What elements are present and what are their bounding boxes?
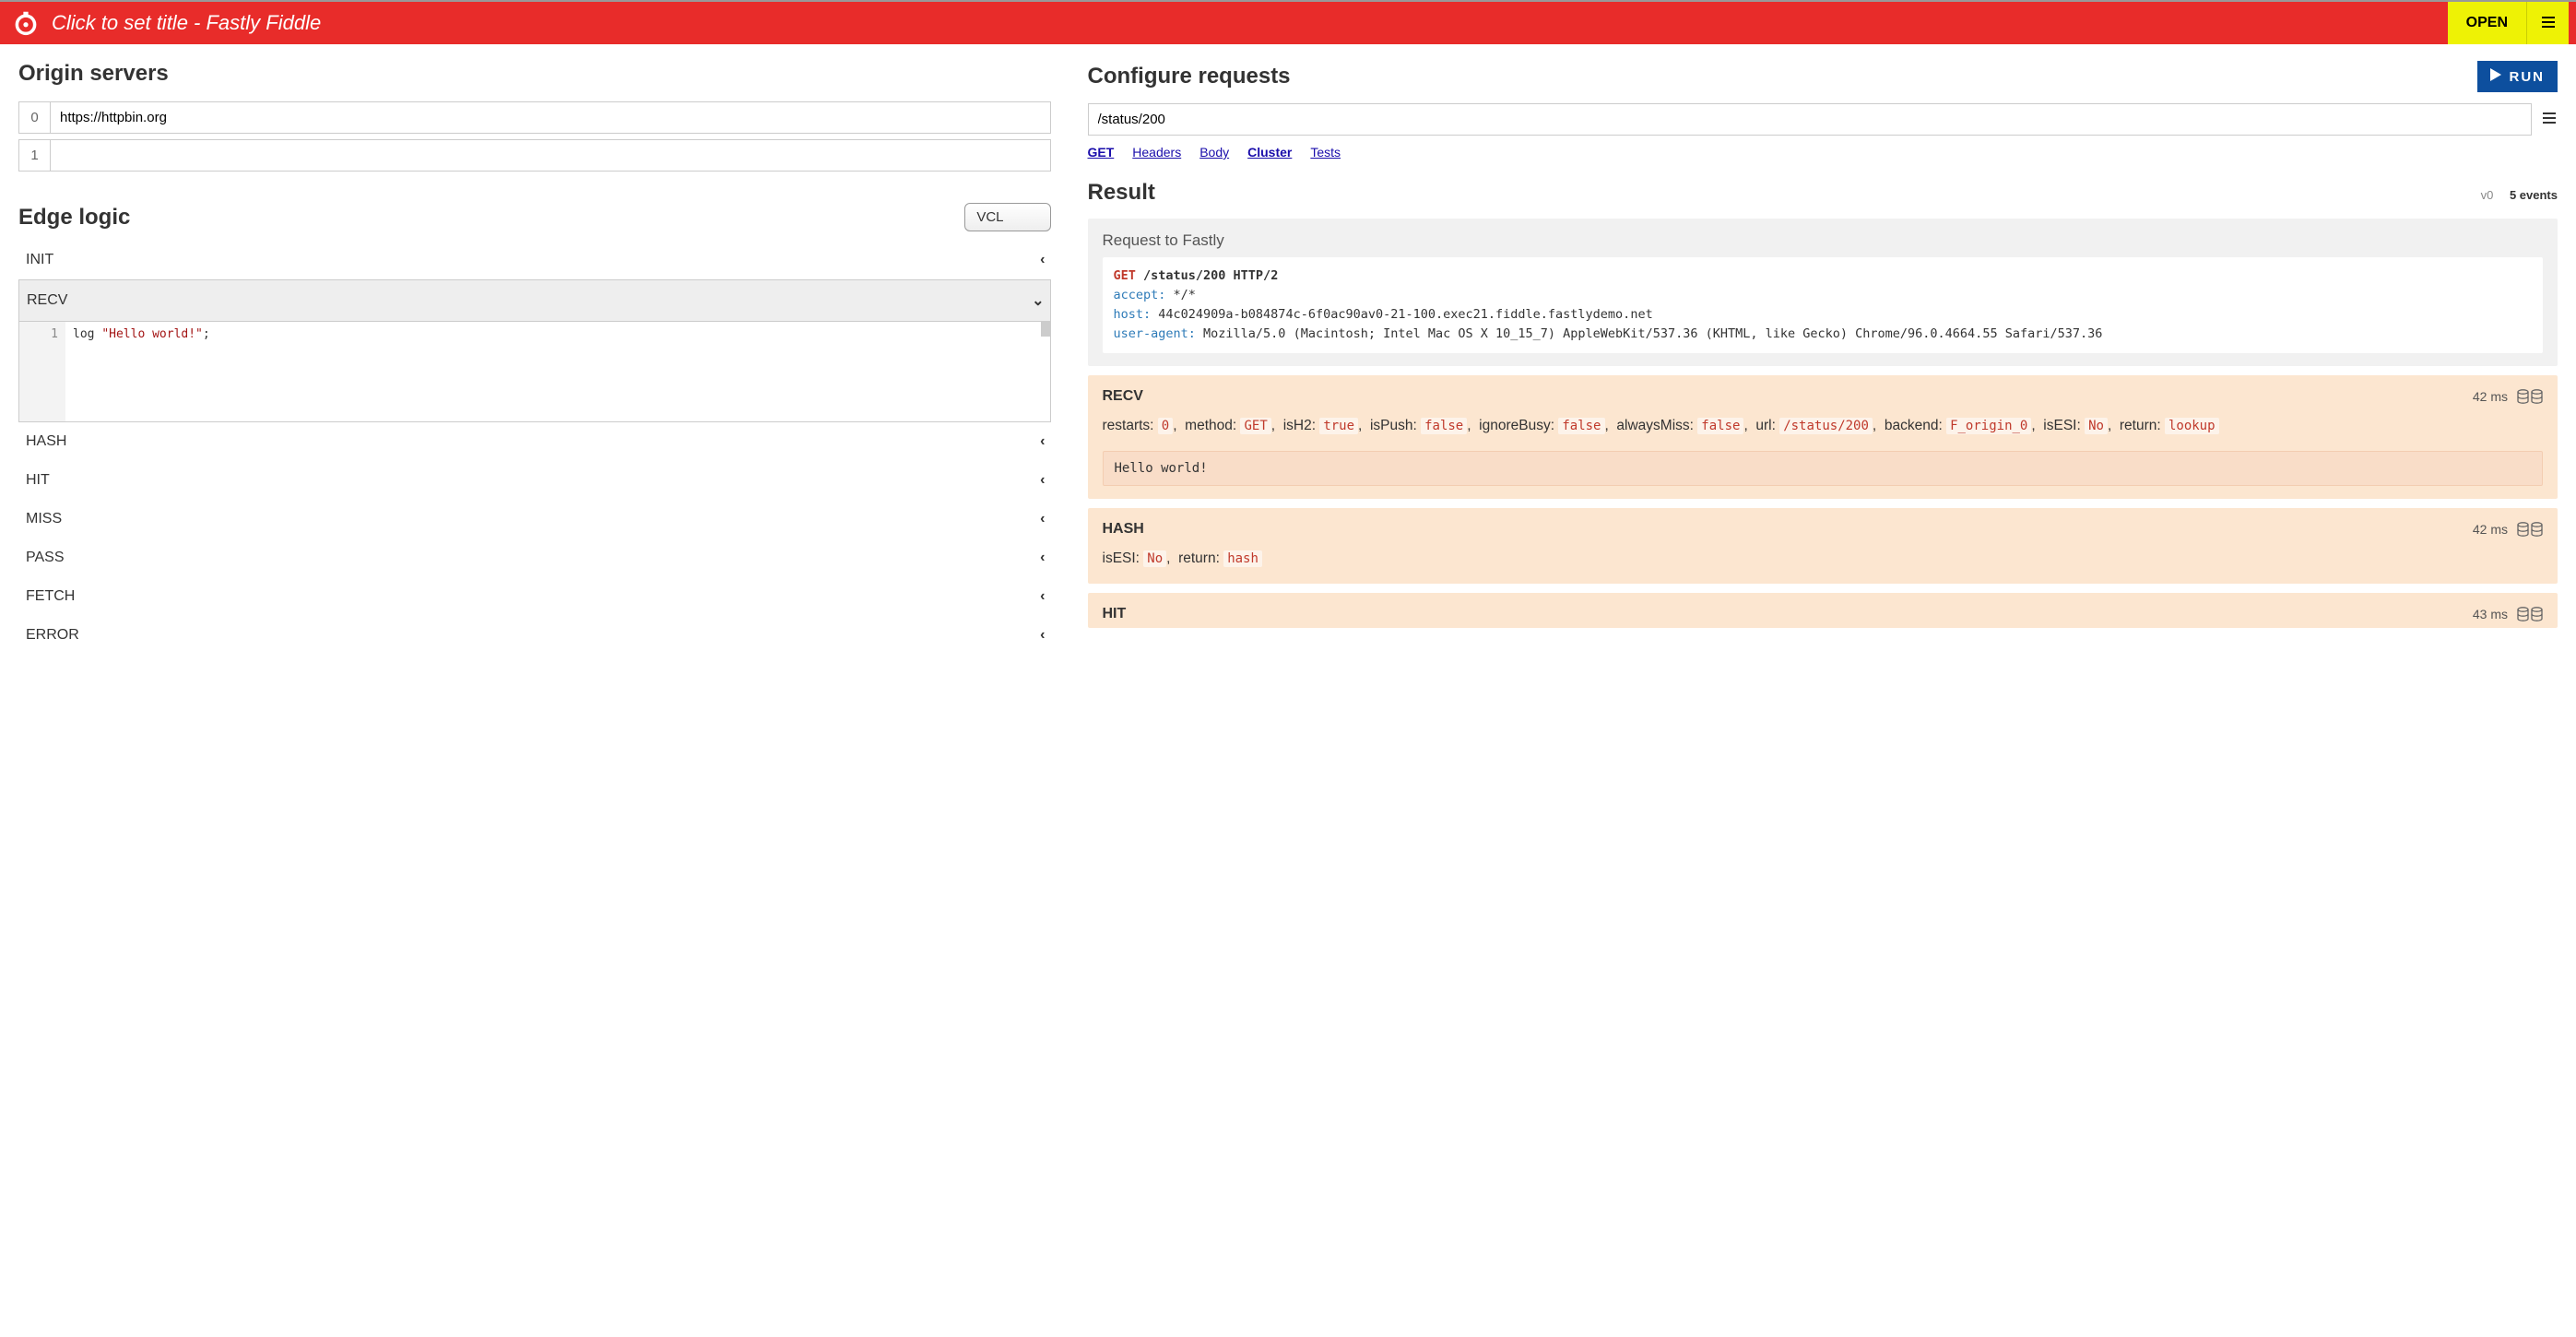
request-to-fastly-panel: Request to Fastly GET /status/200 HTTP/2… [1088, 219, 2558, 366]
stage-init[interactable]: INIT ‹ [18, 241, 1051, 279]
panel-name: RECV [1103, 388, 1143, 405]
stage-recv[interactable]: RECV ⌄ [18, 279, 1051, 321]
chevron-left-icon: ‹ [1040, 627, 1045, 644]
code-content[interactable]: log "Hello world!"; [65, 322, 1050, 421]
stage-fetch[interactable]: FETCH ‹ [18, 577, 1051, 616]
stage-label: PASS [26, 550, 65, 566]
request-tabs: GET Headers Body Cluster Tests [1088, 145, 2558, 160]
hash-panel: HASH 42 ms isESI: No, return: hash [1088, 508, 2558, 584]
language-select[interactable]: VCL [964, 203, 1050, 231]
run-label: RUN [2509, 69, 2545, 85]
request-path-input[interactable] [1088, 103, 2532, 136]
stage-label: FETCH [26, 588, 75, 605]
origin-row: 0 [18, 101, 1051, 134]
origin-heading: Origin servers [18, 61, 1051, 87]
stage-label: HIT [26, 472, 50, 489]
stage-label: MISS [26, 511, 62, 527]
scrollbar-thumb[interactable] [1041, 322, 1050, 337]
http-request-block: GET /status/200 HTTP/2 accept: */* host:… [1103, 257, 2543, 353]
run-button[interactable]: RUN [2477, 61, 2558, 92]
tab-tests[interactable]: Tests [1310, 145, 1341, 160]
fastly-logo-icon [13, 10, 39, 36]
result-version: v0 [2481, 188, 2494, 202]
play-icon [2490, 68, 2501, 85]
origin-index: 0 [18, 101, 50, 134]
stage-label: RECV [27, 292, 67, 309]
origin-input-1[interactable] [50, 139, 1051, 172]
request-options-icon[interactable] [2541, 110, 2558, 130]
chevron-left-icon: ‹ [1040, 472, 1045, 489]
origin-input-0[interactable] [50, 101, 1051, 134]
origin-index: 1 [18, 139, 50, 172]
stage-miss[interactable]: MISS ‹ [18, 500, 1051, 538]
result-events: 5 events [2510, 188, 2558, 202]
server-icons [2517, 607, 2543, 621]
requests-heading: Configure requests [1088, 64, 1291, 89]
chevron-left-icon: ‹ [1040, 511, 1045, 527]
stage-pass[interactable]: PASS ‹ [18, 538, 1051, 577]
server-icons [2517, 389, 2543, 404]
panel-name: HIT [1103, 606, 1127, 622]
stage-hash[interactable]: HASH ‹ [18, 422, 1051, 461]
result-heading: Result [1088, 180, 1155, 206]
recv-panel: RECV 42 ms restarts: 0, method: GET, isH… [1088, 375, 2558, 499]
open-button[interactable]: OPEN [2448, 2, 2526, 44]
chevron-left-icon: ‹ [1040, 588, 1045, 605]
app-header: Click to set title - Fastly Fiddle OPEN [0, 0, 2576, 44]
page-title[interactable]: Click to set title - Fastly Fiddle [52, 11, 2448, 35]
hamburger-icon [2540, 14, 2557, 33]
recv-details: restarts: 0, method: GET, isH2: true, is… [1103, 414, 2543, 438]
hit-panel: HIT 43 ms [1088, 593, 2558, 628]
result-meta: v0 5 events [2481, 188, 2558, 202]
panel-time: 43 ms [2473, 607, 2508, 621]
chevron-left-icon: ‹ [1040, 550, 1045, 566]
panel-time: 42 ms [2473, 389, 2508, 404]
log-output: Hello world! [1103, 451, 2543, 486]
stage-label: HASH [26, 433, 66, 450]
tab-get[interactable]: GET [1088, 145, 1115, 160]
origin-row: 1 [18, 139, 1051, 172]
line-number: 1 [19, 322, 65, 421]
panel-time: 42 ms [2473, 522, 2508, 537]
panel-name: HASH [1103, 521, 1144, 538]
menu-button[interactable] [2526, 2, 2569, 44]
stage-label: INIT [26, 252, 53, 268]
code-editor[interactable]: 1 log "Hello world!"; [18, 321, 1051, 422]
tab-headers[interactable]: Headers [1132, 145, 1181, 160]
server-icons [2517, 522, 2543, 537]
panel-title: Request to Fastly [1103, 231, 2543, 250]
chevron-down-icon: ⌄ [1032, 291, 1044, 310]
edge-heading: Edge logic [18, 205, 130, 231]
tab-cluster[interactable]: Cluster [1247, 145, 1292, 160]
stage-hit[interactable]: HIT ‹ [18, 461, 1051, 500]
chevron-left-icon: ‹ [1040, 433, 1045, 450]
chevron-left-icon: ‹ [1040, 252, 1045, 268]
tab-body[interactable]: Body [1199, 145, 1229, 160]
stage-label: ERROR [26, 627, 79, 644]
stage-error[interactable]: ERROR ‹ [18, 616, 1051, 644]
hash-details: isESI: No, return: hash [1103, 547, 2543, 571]
